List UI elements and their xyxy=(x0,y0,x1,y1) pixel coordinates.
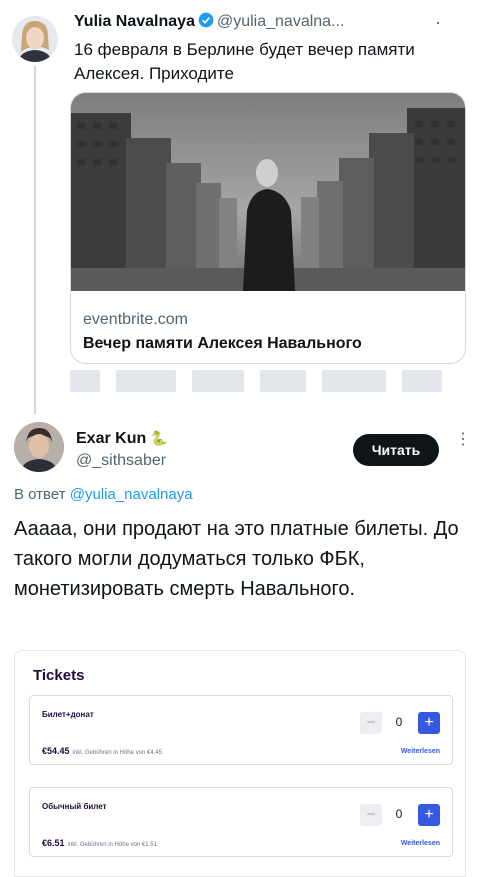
ticket-name: Билет+донат xyxy=(42,710,94,719)
ticket-price-value: €54.45 xyxy=(42,746,70,756)
card-image xyxy=(71,93,465,291)
increase-button[interactable]: + xyxy=(418,712,440,734)
tweet-action-bar xyxy=(70,370,466,392)
read-button[interactable]: Читать xyxy=(353,434,439,466)
ticket-price: €6.51 inkl. Gebühren in Höhe von €1.51 xyxy=(42,838,157,848)
quantity-value: 0 xyxy=(395,807,403,821)
tickets-title: Tickets xyxy=(33,667,85,684)
reply-context: В ответ @yulia_navalnaya xyxy=(14,486,193,503)
quantity-value: 0 xyxy=(395,715,403,729)
thread-line xyxy=(34,66,36,414)
more-options-icon[interactable]: · xyxy=(435,12,442,33)
author-name-text: Exar Kun xyxy=(76,430,147,447)
read-more-link[interactable]: Weiterlesen xyxy=(401,748,440,755)
decrease-button[interactable]: − xyxy=(360,804,382,826)
increase-button[interactable]: + xyxy=(418,804,440,826)
ticket-fee-note: inkl. Gebühren in Höhe von €4.45 xyxy=(72,750,162,756)
author-handle[interactable]: @yulia_navalna... xyxy=(217,13,344,30)
avatar[interactable] xyxy=(12,16,58,62)
avatar[interactable] xyxy=(14,422,64,472)
ticket-card: Обычный билет €6.51 inkl. Gebühren in Höh… xyxy=(29,787,453,857)
original-tweet: Yulia Navalnaya @yulia_navalna... · 16 фе… xyxy=(0,0,480,414)
snake-icon: 🐍 xyxy=(150,430,168,446)
quantity-stepper: − 0 + xyxy=(360,712,440,734)
read-more-link[interactable]: Weiterlesen xyxy=(401,840,440,847)
tweet-header: Yulia Navalnaya @yulia_navalna... xyxy=(74,12,344,33)
ticket-fee-note: inkl. Gebühren in Höhe von €1.51 xyxy=(67,842,157,848)
tickets-panel: Tickets Билет+донат €54.45 inkl. Gebühren… xyxy=(14,650,466,877)
link-card[interactable]: eventbrite.com Вечер памяти Алексея Нава… xyxy=(70,92,466,364)
verified-badge-icon xyxy=(198,12,214,33)
card-domain: eventbrite.com xyxy=(83,311,188,328)
tweet-text: 16 февраля в Берлине будет вечер памяти … xyxy=(74,40,415,83)
more-options-icon[interactable]: ⋮ xyxy=(455,432,471,448)
ticket-card: Билет+донат €54.45 inkl. Gebühren in Höhe… xyxy=(29,695,453,765)
author-name[interactable]: Yulia Navalnaya xyxy=(74,13,195,30)
quantity-stepper: − 0 + xyxy=(360,804,440,826)
reply-to-link[interactable]: @yulia_navalnaya xyxy=(70,486,193,503)
ticket-price-value: €6.51 xyxy=(42,838,65,848)
reply-prefix: В ответ xyxy=(14,486,66,503)
tweet-text: Ааааа, они продают на это платные билеты… xyxy=(14,518,459,600)
author-handle[interactable]: @_sithsaber xyxy=(76,452,166,470)
ticket-name: Обычный билет xyxy=(42,802,107,811)
card-title: Вечер памяти Алексея Навального xyxy=(83,335,362,352)
decrease-button[interactable]: − xyxy=(360,712,382,734)
author-name[interactable]: Exar Kun 🐍 xyxy=(76,430,168,448)
ticket-price: €54.45 inkl. Gebühren in Höhe von €4.45 xyxy=(42,746,162,756)
